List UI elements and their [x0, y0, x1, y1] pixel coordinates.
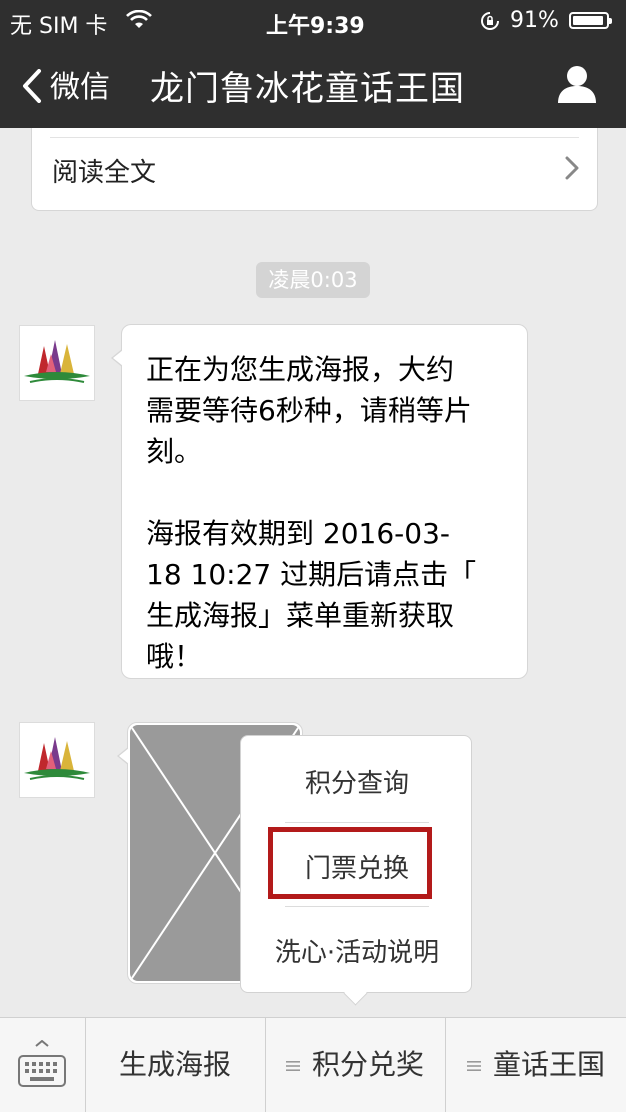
- bottom-menu-bar: 生成海报 积分兑奖 童话王国: [0, 1017, 626, 1112]
- chevron-left-icon[interactable]: [22, 69, 42, 103]
- battery-icon: [569, 12, 612, 29]
- card-divider: [50, 137, 579, 138]
- profile-icon[interactable]: [556, 64, 598, 104]
- status-time: 上午9:39: [266, 14, 365, 39]
- message-text: 正在为您生成海报，大约 需要等待6秒种，请稍等片 刻。 海报有效期到 2016-…: [146, 353, 477, 673]
- lupine-logo-icon: [24, 737, 90, 780]
- wifi-icon: [126, 10, 152, 28]
- menu-divider: [285, 822, 429, 823]
- avatar[interactable]: [19, 325, 95, 401]
- menu-fairytale-kingdom-label: 童话王国: [492, 1048, 605, 1081]
- keyboard-icon[interactable]: [16, 1040, 68, 1090]
- menu-lines-icon: [466, 1061, 481, 1071]
- avatar[interactable]: [19, 722, 95, 798]
- lupine-logo-icon: [24, 340, 90, 383]
- status-bar: 无 SIM 卡 上午9:39 91%: [0, 0, 626, 42]
- carrier-label: 无 SIM 卡: [10, 14, 108, 39]
- menu-fairytale-kingdom[interactable]: 童话王国: [446, 1018, 626, 1112]
- battery-percent: 91%: [510, 8, 559, 33]
- timestamp-badge: 凌晨0:03: [256, 262, 370, 298]
- menu-generate-poster[interactable]: 生成海报: [86, 1018, 264, 1112]
- read-full-text-link[interactable]: 阅读全文: [52, 152, 156, 189]
- menu-points-redeem-label: 积分兑奖: [311, 1048, 424, 1081]
- menu-item-points-query[interactable]: 积分查询: [241, 763, 473, 800]
- menu-item-activity-info[interactable]: 洗心·活动说明: [241, 932, 473, 969]
- menu-lines-icon: [285, 1061, 300, 1071]
- highlight-box: [268, 827, 432, 899]
- menu-points-redeem[interactable]: 积分兑奖: [266, 1018, 444, 1112]
- message-bubble[interactable]: 正在为您生成海报，大约 需要等待6秒种，请稍等片 刻。 海报有效期到 2016-…: [111, 324, 528, 679]
- chevron-right-icon: [565, 156, 579, 180]
- article-card[interactable]: 阅读全文: [31, 128, 598, 211]
- page-title: 龙门鲁冰花童话王国: [150, 69, 465, 109]
- rotation-lock-icon: [481, 12, 499, 30]
- menu-divider: [285, 906, 429, 907]
- back-button-label[interactable]: 微信: [50, 62, 110, 106]
- nav-bar: 微信 龙门鲁冰花童话王国: [0, 42, 626, 128]
